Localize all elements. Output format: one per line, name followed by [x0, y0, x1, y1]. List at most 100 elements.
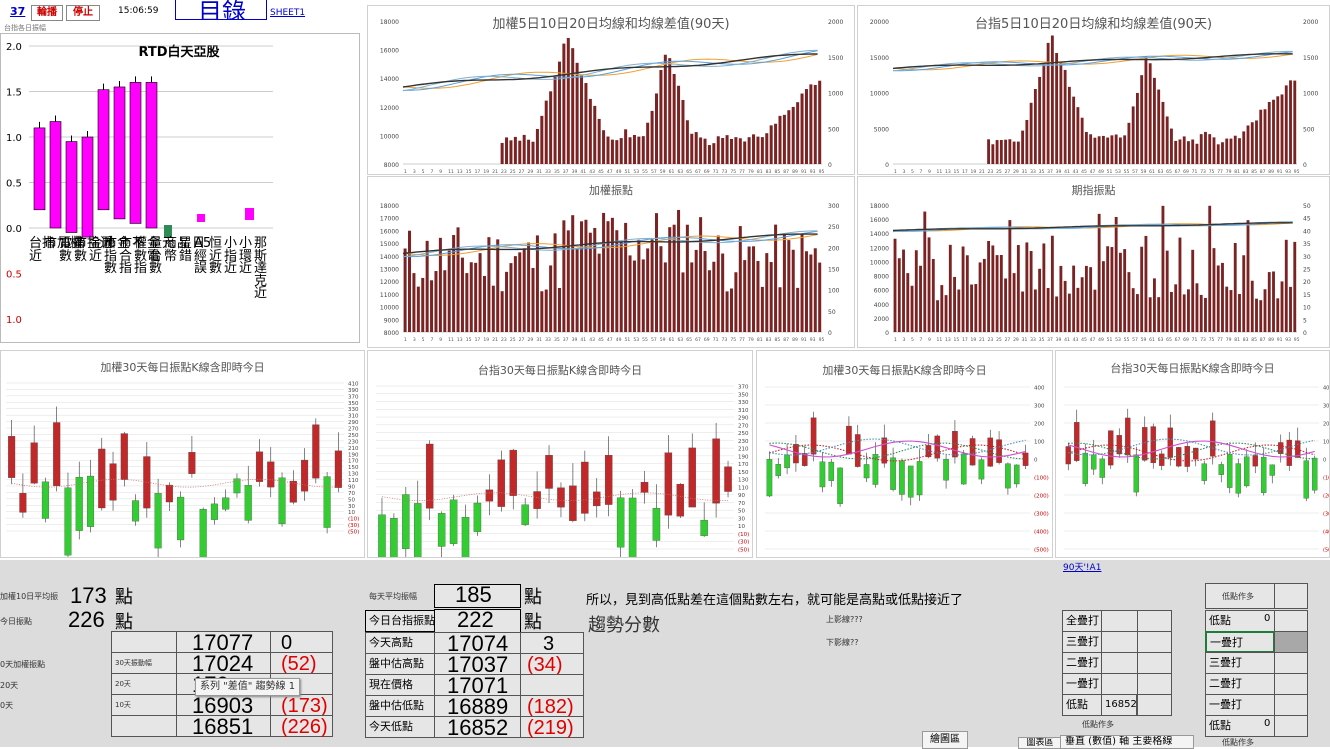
- cell-value[interactable]: 37: [10, 5, 25, 18]
- rtd-chart[interactable]: RTD白天亞股 2.0 1.5 1.0 0.5 0.0 0.5 1.0 台指 近市加權 電指 …: [0, 33, 360, 343]
- chart-futures-range[interactable]: 期指振點 18000 16000 14000 12000 10000 8000 6000 40…: [857, 176, 1330, 348]
- daily-avg-value[interactable]: 185: [434, 584, 521, 608]
- stop-button[interactable]: 停止: [66, 5, 100, 21]
- data-bar: [1114, 216, 1118, 332]
- data-bar: [637, 136, 641, 164]
- kline-weighted-2[interactable]: 加權30天每日振點K線含即時今日 400 300 200 100 0 (100) (200)…: [756, 350, 1053, 558]
- mid-table-value[interactable]: 17074: [434, 632, 521, 655]
- chart-area-button[interactable]: 圖表區: [1018, 737, 1062, 749]
- chart-weighted-range[interactable]: 加權振點 18000 17000 16000 15000 14000 13000 12000…: [367, 176, 855, 348]
- axis-tick-left: 8000: [384, 162, 399, 169]
- left-table-diff[interactable]: 0: [270, 631, 333, 654]
- data-bar: [500, 142, 504, 164]
- data-bar: [800, 234, 804, 332]
- strategy-right-item[interactable]: 一疊打: [1205, 694, 1275, 716]
- strategy-left-value[interactable]: [1101, 610, 1138, 632]
- axis-tick-bottom: 69: [704, 169, 710, 174]
- sheet-90day-link[interactable]: 90天'!A1: [1063, 560, 1101, 573]
- mid-table-label: 今天高點: [365, 632, 435, 654]
- left-table-label: 20天: [111, 673, 177, 695]
- strategy-left-extra[interactable]: [1137, 652, 1172, 674]
- axis-tick-bottom: 59: [1141, 169, 1147, 174]
- strategy-left-value[interactable]: [1101, 652, 1138, 674]
- ma-line: [402, 233, 818, 255]
- axis-tick-left: 14000: [380, 76, 399, 83]
- kline-tick: 210: [348, 446, 359, 452]
- kline-weighted-1[interactable]: 加權30天每日振點K線含即時今日 410 390 370 350 330 310 290 27…: [0, 350, 365, 558]
- data-bar: [1170, 291, 1173, 332]
- candle-body: [934, 435, 941, 459]
- left-table-value[interactable]: 16903: [176, 694, 271, 717]
- today-futures-value[interactable]: 222: [434, 609, 521, 633]
- axis-tick-bottom: 61: [669, 169, 675, 174]
- strategy-right-extra[interactable]: [1274, 652, 1308, 674]
- left-table-diff[interactable]: (173): [270, 694, 333, 717]
- strategy-right-extra[interactable]: [1274, 673, 1308, 695]
- data-bar: [1106, 246, 1110, 332]
- mid-table-diff[interactable]: (182): [520, 695, 584, 718]
- kline-futures-1-plot: 3703503303102902702502302101901701501301…: [376, 385, 749, 557]
- mid-table-value[interactable]: 17071: [434, 674, 521, 697]
- data-bar: [549, 265, 553, 332]
- axis-tick-bottom: 39: [1056, 337, 1062, 343]
- axis-tick-bottom: 63: [1158, 169, 1164, 174]
- data-bar: [974, 284, 978, 332]
- candle-body: [652, 508, 661, 541]
- mid-table-value[interactable]: 16852: [434, 716, 521, 739]
- strategy-left-value[interactable]: [1101, 673, 1138, 695]
- kline-futures-2[interactable]: 台指30天每日振點K線含即時今日 4003002001000(100)(200)…: [1055, 350, 1330, 558]
- data-bar: [1225, 138, 1229, 164]
- axis-tick-bottom: 95: [819, 169, 825, 174]
- data-bar: [1250, 122, 1254, 164]
- mid-table-value[interactable]: 16889: [434, 695, 521, 718]
- chart-futures-ma[interactable]: 台指5日10日20日均線和均線差值(90天) 20000 15000 10000 50…: [857, 5, 1330, 175]
- strategy-right-item[interactable]: 二疊打: [1205, 673, 1275, 695]
- plot-area-button[interactable]: 繪圖區: [922, 731, 968, 749]
- data-bar: [655, 213, 659, 332]
- strategy-right-extra[interactable]: [1274, 715, 1308, 737]
- strategy-right-extra[interactable]: [1274, 610, 1308, 632]
- rtd-chart-title: RTD白天亞股: [138, 44, 219, 60]
- left-table-diff[interactable]: (52): [270, 652, 333, 675]
- strategy-left-value[interactable]: [1101, 631, 1138, 653]
- kline-futures-1[interactable]: 台指30天每日振點K線含即時今日 370 350 330 310 290 270 250 23…: [367, 350, 753, 558]
- sheet-link[interactable]: SHEET1: [270, 8, 305, 18]
- candle-body: [581, 461, 589, 514]
- data-bar: [509, 263, 513, 332]
- left-table-value[interactable]: 16851: [176, 715, 271, 738]
- data-bar: [1093, 137, 1097, 164]
- axis-tick-bottom: 37: [563, 337, 569, 343]
- data-bar: [1263, 289, 1267, 332]
- mid-table-diff[interactable]: 3: [520, 632, 584, 655]
- left-table-value[interactable]: 17077: [176, 631, 271, 654]
- mid-table-diff[interactable]: [520, 674, 584, 696]
- mid-table-diff[interactable]: (219): [520, 716, 584, 739]
- mid-table-value[interactable]: 17037: [434, 653, 521, 676]
- mid-table-diff[interactable]: (34): [520, 653, 584, 676]
- data-bar: [769, 262, 773, 332]
- strategy-right-extra[interactable]: [1274, 631, 1308, 653]
- data-bar: [1080, 277, 1084, 332]
- axis-tick-bottom: 3: [903, 169, 906, 174]
- strategy-left-extra[interactable]: [1137, 631, 1172, 653]
- strategy-right-item[interactable]: 一疊打: [1205, 631, 1275, 653]
- strategy-right-item[interactable]: 三疊打: [1205, 652, 1275, 674]
- candle-body: [425, 443, 434, 509]
- left-table-value[interactable]: 17024: [176, 652, 271, 675]
- axis-tick-left: 16000: [380, 48, 399, 55]
- lower-shadow-label: 下影線??: [826, 638, 859, 647]
- strategy-right-extra[interactable]: [1274, 694, 1308, 716]
- strategy-left-extra[interactable]: [1137, 673, 1172, 695]
- chart-futures-ma-plot: 2000015000100005000020001500100050001 3 5 7…: [870, 19, 1319, 174]
- axis-tick-bottom: 71: [713, 337, 719, 343]
- strategy-left-value[interactable]: 16852: [1101, 694, 1137, 716]
- data-bar: [694, 132, 698, 164]
- chart-weighted-ma[interactable]: 加權5日10日20日均線和均線差值(90天) 18000 16000 14000 12…: [367, 5, 855, 175]
- rotate-button[interactable]: 輪播: [31, 5, 63, 21]
- data-bar: [1233, 135, 1237, 164]
- strategy-left-extra[interactable]: [1137, 610, 1172, 632]
- axis-tick-bottom: 23: [988, 169, 994, 174]
- left-table-diff[interactable]: (226): [270, 715, 333, 738]
- toc-box[interactable]: 目錄: [175, 0, 267, 20]
- strategy-left-extra[interactable]: [1137, 694, 1172, 716]
